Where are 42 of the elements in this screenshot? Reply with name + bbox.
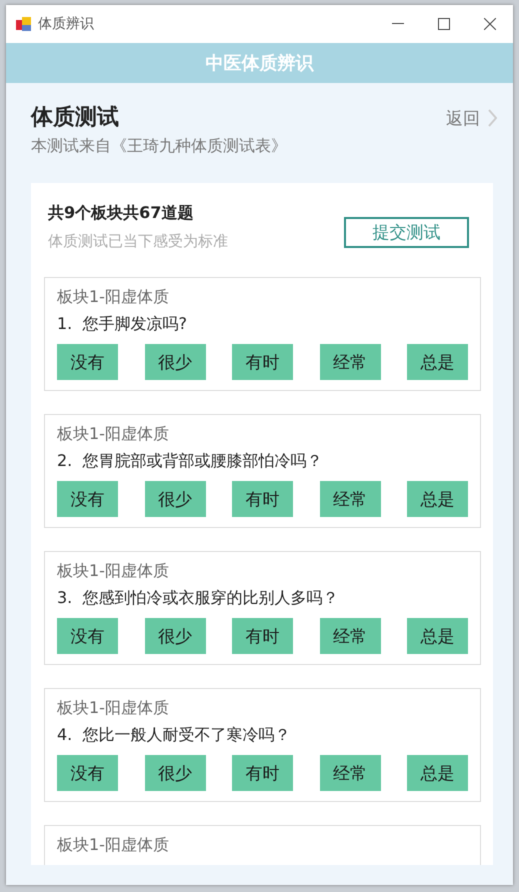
window-title: 体质辨识 [38,15,95,33]
answer-button[interactable]: 经常 [320,618,380,654]
answer-button[interactable]: 很少 [144,481,206,517]
submit-button[interactable]: 提交测试 [344,217,469,248]
answer-button[interactable]: 很少 [144,755,206,791]
category-label: 板块1-阳虚体质 [57,835,169,855]
answer-button[interactable]: 经常 [320,344,380,380]
answer-button[interactable]: 有时 [232,344,293,380]
test-hint: 体质测试已当下感受为标准 [48,231,228,252]
back-link[interactable]: 返回 [446,103,497,133]
answer-button[interactable]: 经常 [320,755,380,791]
answer-button[interactable]: 没有 [57,618,118,654]
answer-button[interactable]: 有时 [232,755,293,791]
category-label: 板块1-阳虚体质 [57,561,169,581]
page-subtitle: 本测试来自《王琦九种体质测试表》 [31,135,287,157]
answer-button[interactable]: 没有 [57,755,118,791]
answer-button[interactable]: 没有 [57,481,118,517]
category-label: 板块1-阳虚体质 [57,424,169,444]
answer-button[interactable]: 没有 [57,344,118,380]
question-text: 1. 您手脚发凉吗? [57,313,187,335]
close-icon[interactable] [484,18,496,30]
answer-button[interactable]: 有时 [232,618,293,654]
category-label: 板块1-阳虚体质 [57,287,169,307]
page-title: 体质测试 [31,104,119,132]
answer-button[interactable]: 总是 [407,344,468,380]
answer-button[interactable]: 总是 [407,755,468,791]
question-text: 3. 您感到怕冷或衣服穿的比别人多吗？ [57,587,338,609]
chevron-icon [488,109,497,127]
answer-button[interactable]: 很少 [144,618,206,654]
question-count: 共9个板块共67道题 [48,202,194,224]
answer-button[interactable]: 总是 [407,481,468,517]
maximize-icon[interactable] [438,18,450,30]
minimize-icon[interactable] [392,23,404,25]
question-text: 2. 您胃脘部或背部或腰膝部怕冷吗？ [57,450,322,472]
app-icon [16,16,32,32]
category-label: 板块1-阳虚体质 [57,698,169,718]
answer-button[interactable]: 总是 [407,618,468,654]
app-header-title: 中医体质辨识 [206,52,314,75]
answer-button[interactable]: 很少 [144,344,206,380]
answer-button[interactable]: 经常 [320,481,380,517]
question-text: 4. 您比一般人耐受不了寒冷吗？ [57,724,290,746]
answer-button[interactable]: 有时 [232,481,293,517]
